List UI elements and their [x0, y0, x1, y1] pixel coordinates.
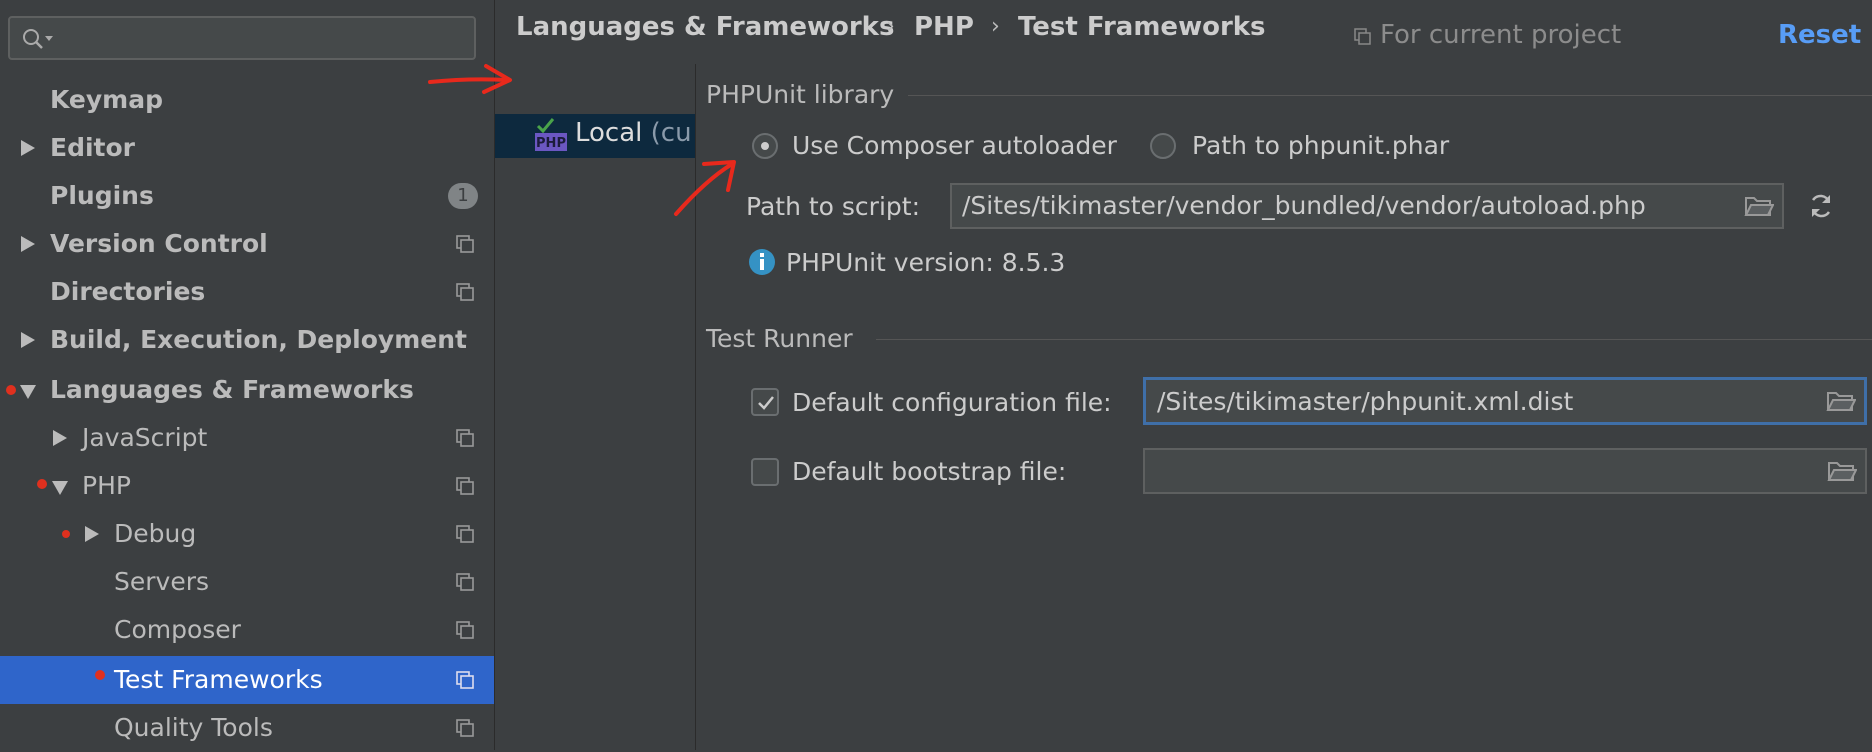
sidebar-item-directories[interactable]: Directories — [0, 268, 494, 316]
sidebar-item-label: JavaScript — [82, 423, 208, 452]
sidebar-item-label: Editor — [50, 133, 135, 162]
modified-dot — [95, 670, 105, 680]
list-item-label: Local (cu — [575, 118, 692, 148]
settings-search-field[interactable] — [8, 16, 476, 60]
sidebar-item-debug[interactable]: Debug — [0, 510, 494, 558]
collapse-arrow-icon[interactable] — [20, 385, 36, 399]
default-bootstrap-label[interactable]: Default bootstrap file: — [792, 457, 1066, 486]
list-item[interactable]: PHP Local (cu — [495, 114, 695, 158]
path-to-script-value: /Sites/tikimaster/vendor_bundled/vendor/… — [962, 191, 1646, 220]
modified-dot — [6, 385, 16, 395]
reset-link[interactable]: Reset — [1778, 20, 1861, 50]
project-level-icon — [456, 283, 474, 301]
project-level-icon — [456, 525, 474, 543]
php-icon-text: PHP — [536, 136, 566, 151]
project-level-icon — [456, 671, 474, 689]
composer-autoloader-radio[interactable] — [752, 133, 778, 159]
sidebar-item-label: PHP — [82, 471, 131, 500]
phpunit-version-text: PHPUnit version: 8.5.3 — [786, 248, 1066, 277]
collapse-arrow-icon[interactable] — [52, 481, 68, 495]
annotation-arrow-icon — [674, 160, 736, 216]
project-level-icon — [456, 429, 474, 447]
default-config-label[interactable]: Default configuration file: — [792, 388, 1112, 417]
sidebar-item-servers[interactable]: Servers — [0, 558, 494, 606]
project-level-icon — [1354, 28, 1371, 45]
info-icon — [749, 249, 775, 275]
sidebar-item-label: Test Frameworks — [114, 665, 323, 694]
plugins-update-badge: 1 — [448, 183, 478, 209]
project-level-icon — [456, 573, 474, 591]
sidebar-item-label: Keymap — [50, 85, 164, 114]
project-level-icon — [456, 235, 474, 253]
folder-icon[interactable] — [1827, 459, 1857, 483]
section-divider — [908, 95, 1872, 96]
annotation-arrow-icon — [428, 64, 512, 94]
sidebar-item-plugins[interactable]: Plugins 1 — [0, 172, 494, 220]
breadcrumb-current: Test Frameworks — [1018, 12, 1266, 42]
sidebar-item-languages-frameworks[interactable]: Languages & Frameworks — [0, 366, 494, 414]
search-icon — [23, 29, 53, 49]
phpunit-phar-label[interactable]: Path to phpunit.phar — [1192, 131, 1449, 160]
project-level-icon — [456, 621, 474, 639]
search-input[interactable] — [54, 22, 458, 56]
default-bootstrap-checkbox[interactable] — [751, 458, 779, 486]
breadcrumb-item[interactable]: Languages & Frameworks — [516, 12, 894, 42]
section-title-test-runner: Test Runner — [706, 324, 853, 353]
sidebar-item-composer[interactable]: Composer — [0, 606, 494, 654]
sidebar-item-label: Languages & Frameworks — [50, 375, 414, 404]
sidebar-item-editor[interactable]: Editor — [0, 124, 494, 172]
settings-sidebar: Keymap Editor Plugins 1 Version Control … — [0, 0, 495, 750]
section-divider — [876, 339, 1872, 340]
expand-arrow-icon[interactable] — [21, 140, 35, 156]
project-level-icon — [456, 477, 474, 495]
sidebar-item-label: Servers — [114, 567, 210, 596]
breadcrumb-item[interactable]: PHP — [914, 12, 974, 42]
interpreter-list: PHP Local (cu — [495, 64, 696, 750]
sidebar-item-quality-tools[interactable]: Quality Tools — [0, 704, 494, 752]
sidebar-item-test-frameworks[interactable]: Test Frameworks — [0, 656, 494, 704]
php-config-icon: PHP — [535, 118, 567, 151]
refresh-icon[interactable] — [1806, 191, 1836, 221]
scope-label: For current project — [1380, 20, 1622, 50]
phpunit-phar-radio[interactable] — [1150, 133, 1176, 159]
default-bootstrap-field[interactable] — [1143, 448, 1867, 494]
sidebar-item-build-execution-deployment[interactable]: Build, Execution, Deployment — [0, 316, 494, 364]
sidebar-item-version-control[interactable]: Version Control — [0, 220, 494, 268]
modified-dot — [37, 479, 47, 489]
sidebar-item-label: Quality Tools — [114, 713, 273, 742]
sidebar-item-php[interactable]: PHP — [0, 462, 494, 510]
checkmark-icon — [758, 396, 774, 410]
path-to-script-field[interactable]: /Sites/tikimaster/vendor_bundled/vendor/… — [950, 183, 1784, 229]
breadcrumb-separator: › — [991, 14, 1000, 39]
sidebar-item-label: Plugins — [50, 181, 154, 210]
expand-arrow-icon[interactable] — [21, 236, 35, 252]
expand-arrow-icon[interactable] — [53, 430, 67, 446]
path-to-script-label: Path to script: — [746, 192, 920, 221]
expand-arrow-icon[interactable] — [85, 526, 99, 542]
project-level-icon — [456, 719, 474, 737]
sidebar-item-label: Composer — [114, 615, 241, 644]
default-config-checkbox[interactable] — [751, 388, 779, 416]
sidebar-item-label: Build, Execution, Deployment — [50, 325, 467, 354]
folder-icon[interactable] — [1826, 389, 1856, 413]
section-title-phpunit: PHPUnit library — [706, 80, 895, 109]
breadcrumb-separator: › — [886, 14, 895, 39]
sidebar-item-label: Debug — [114, 519, 197, 548]
default-config-value: /Sites/tikimaster/phpunit.xml.dist — [1157, 387, 1574, 416]
modified-dot — [62, 530, 70, 538]
default-config-field[interactable]: /Sites/tikimaster/phpunit.xml.dist — [1143, 377, 1867, 425]
composer-autoloader-label[interactable]: Use Composer autoloader — [792, 131, 1117, 160]
folder-icon[interactable] — [1744, 194, 1774, 218]
expand-arrow-icon[interactable] — [21, 332, 35, 348]
sidebar-item-javascript[interactable]: JavaScript — [0, 414, 494, 462]
sidebar-item-label: Directories — [50, 277, 206, 306]
sidebar-item-label: Version Control — [50, 229, 268, 258]
